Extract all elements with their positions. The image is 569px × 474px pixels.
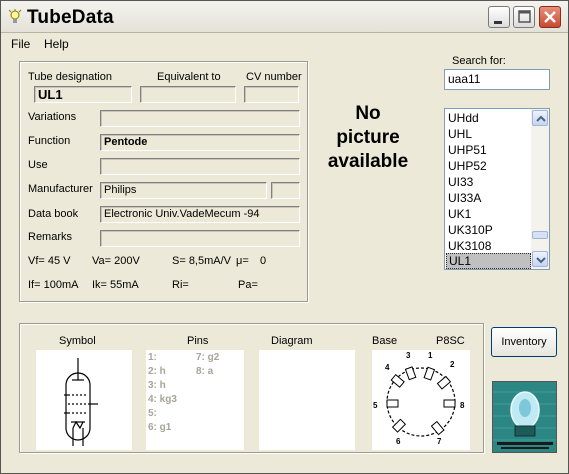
title-bar[interactable]: TubeData (1, 1, 568, 33)
tube-logo-image[interactable] (492, 381, 557, 453)
app-window: TubeData File Help Tube designation Equi… (0, 0, 569, 474)
manufacturer-field[interactable]: Philips (100, 182, 267, 199)
if-value: If= 100mA (28, 279, 79, 291)
list-item[interactable]: UHP51 (446, 142, 531, 158)
list-item[interactable]: UHL (446, 126, 531, 142)
pin-3: 3: h (148, 380, 166, 391)
scroll-up-button[interactable] (532, 110, 548, 126)
pin-6: 6: g1 (148, 422, 172, 433)
pentode-symbol-icon (64, 358, 98, 446)
base-pin-6: 6 (396, 437, 401, 446)
variations-label: Variations (28, 111, 77, 123)
menu-file[interactable]: File (11, 37, 30, 51)
pin-7: 7: g2 (196, 352, 220, 363)
tube-list[interactable]: UHdd UHL UHP51 UHP52 UI33 UI33A UK1 UK31… (444, 108, 550, 270)
close-icon (544, 11, 556, 23)
scroll-thumb[interactable] (532, 231, 548, 239)
list-item[interactable]: UK3108 (446, 238, 531, 254)
remarks-label: Remarks (28, 231, 73, 243)
cv-number-label: CV number (246, 71, 302, 83)
variations-field[interactable] (100, 110, 300, 127)
ri-value: Ri= (172, 279, 189, 291)
base-pin-7: 7 (437, 437, 442, 446)
pins-panel: 1: 2: h 3: h 4: kg3 5: 6: g1 7: g2 8: a (146, 350, 244, 450)
no-picture-text: No picture available (318, 102, 418, 174)
base-type-label: P8SC (436, 335, 465, 347)
no-picture-line-1: No (355, 103, 381, 124)
pins-label: Pins (187, 335, 209, 347)
list-item-selected[interactable]: UL1 (446, 253, 531, 269)
s-value: S= 8,5mA/V (172, 255, 232, 267)
ik-value: Ik= 55mA (92, 279, 139, 291)
use-field[interactable] (100, 158, 300, 175)
manufacturer-extra-field[interactable] (271, 182, 300, 199)
no-picture-line-2: picture (336, 127, 400, 148)
va-value: Va= 200V (92, 255, 140, 267)
lightbulb-icon (8, 9, 22, 23)
diagram-panel (259, 350, 355, 450)
list-item[interactable]: UI33A (446, 190, 531, 206)
equivalent-label: Equivalent to (157, 71, 221, 83)
window-title: TubeData (27, 7, 114, 28)
inventory-button[interactable]: Inventory (491, 327, 557, 357)
base-label: Base (372, 335, 398, 347)
base-pin-1: 1 (428, 351, 433, 360)
cv-number-field[interactable] (244, 86, 299, 103)
list-item[interactable]: UK310P (446, 222, 531, 238)
vacuum-tube-logo-icon (493, 382, 556, 452)
scroll-down-button[interactable] (532, 251, 548, 267)
minimize-icon (494, 21, 502, 24)
equivalent-field[interactable] (140, 86, 236, 103)
base-panel: 1 2 3 4 5 6 7 8 (372, 350, 470, 450)
tube-base-icon: 1 2 3 4 5 6 7 8 (373, 351, 465, 446)
list-item[interactable]: UHdd (446, 110, 531, 126)
search-label: Search for: (452, 55, 506, 67)
base-pin-8: 8 (460, 401, 465, 410)
tube-symbol-panel (36, 350, 132, 450)
pin-1: 1: (148, 352, 157, 363)
function-label: Function (28, 135, 71, 147)
base-pin-2: 2 (450, 360, 455, 369)
mu-value: 0 (260, 255, 267, 267)
chevron-up-icon (536, 115, 546, 122)
base-pin-4: 4 (385, 363, 390, 372)
symbol-label: Symbol (59, 335, 96, 347)
base-pin-3: 3 (406, 351, 411, 360)
pin-2: 2: h (148, 366, 166, 377)
base-pin-5: 5 (373, 401, 378, 410)
list-item[interactable]: UK1 (446, 206, 531, 222)
list-item[interactable]: UI33 (446, 174, 531, 190)
no-picture-line-3: available (327, 151, 409, 172)
maximize-button[interactable] (513, 6, 535, 28)
menu-bar: File Help (1, 34, 568, 54)
menu-help[interactable]: Help (44, 37, 69, 51)
pin-5: 5: (148, 408, 157, 419)
mu-label: μ= (236, 255, 249, 267)
function-field[interactable]: Pentode (100, 134, 300, 151)
data-book-label: Data book (28, 208, 79, 220)
maximize-icon (518, 10, 531, 23)
remarks-field[interactable] (100, 230, 300, 247)
pa-value: Pa= (238, 279, 258, 291)
data-book-field[interactable]: Electronic Univ.VadeMecum -94 (100, 206, 300, 223)
minimize-button[interactable] (488, 6, 510, 28)
manufacturer-label: Manufacturer (28, 183, 93, 195)
tube-designation-field[interactable]: UL1 (34, 86, 132, 103)
search-input[interactable]: uaa11 (444, 69, 550, 90)
use-label: Use (28, 159, 48, 171)
list-scrollbar[interactable] (531, 109, 549, 269)
diagram-label: Diagram (271, 335, 313, 347)
pin-8: 8: a (196, 366, 214, 377)
pin-4: 4: kg3 (148, 394, 177, 405)
vf-value: Vf= 45 V (28, 255, 71, 267)
list-item[interactable]: UHP52 (446, 158, 531, 174)
chevron-down-icon (536, 257, 546, 264)
tube-designation-label: Tube designation (28, 71, 112, 83)
close-button[interactable] (539, 6, 561, 28)
